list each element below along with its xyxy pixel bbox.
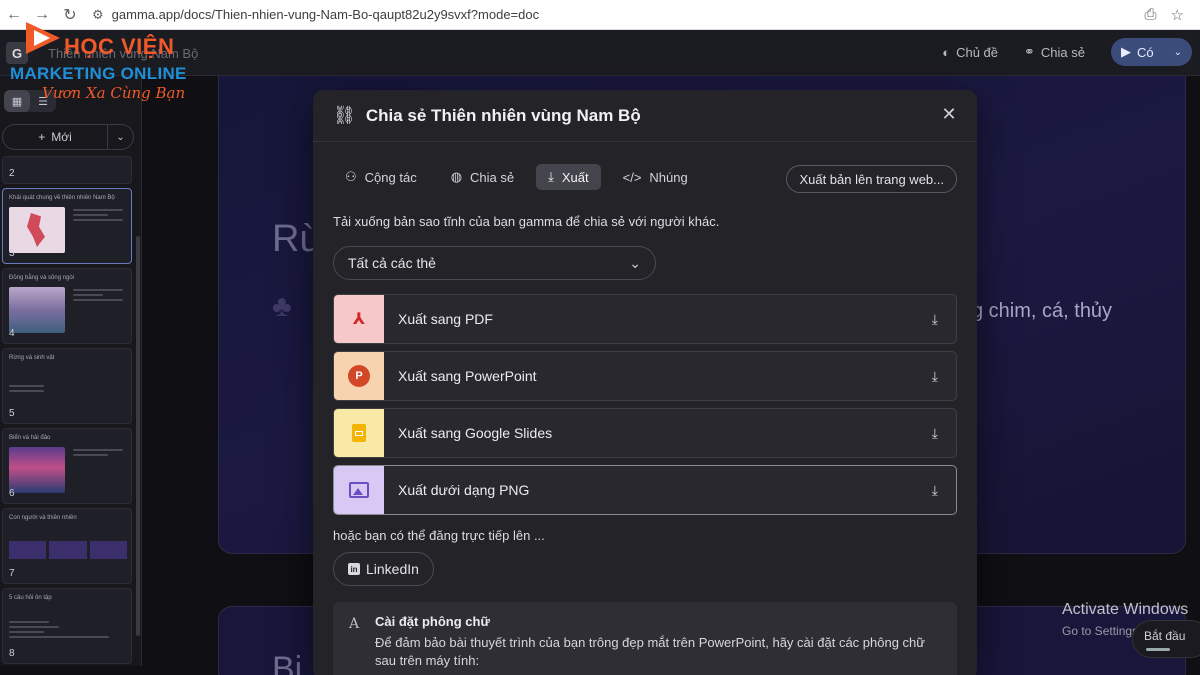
download-icon: ⤓ [931, 481, 938, 498]
code-icon: </> [622, 169, 642, 185]
plus-icon: + [38, 130, 46, 144]
card-number: 7 [9, 568, 15, 579]
card-thumbnail[interactable]: 2 [2, 156, 132, 184]
brand-line2: MARKETING ONLINE [10, 64, 187, 83]
start-progress [1146, 648, 1170, 651]
tab-share[interactable]: ◍ Chia sẻ [439, 164, 526, 190]
present-label: Có [1136, 44, 1154, 60]
download-icon: ⤓ [931, 310, 938, 327]
card-sidebar: ▦ ☰ + Mới ⌄ 2 Khái quát chung về thiên nh… [0, 76, 142, 666]
tab-export[interactable]: ⤓ Xuất [536, 164, 601, 190]
export-powerpoint-button[interactable]: P Xuất sang PowerPoint ⤓ [333, 351, 957, 401]
globe-icon: ◍ [450, 169, 463, 184]
linkedin-button[interactable]: in LinkedIn [333, 552, 434, 586]
link-icon: ⚭ [1024, 44, 1035, 59]
share-dialog: ⛓ Chia sẻ Thiên nhiên vùng Nam Bộ ✕ ⚇ Cộ… [313, 90, 977, 675]
export-pdf-button[interactable]: ⅄ Xuất sang PDF ⤓ [333, 294, 957, 344]
brand-play-icon [26, 22, 60, 54]
share-label: Chia sẻ [1040, 44, 1085, 60]
thumbnail-image [9, 447, 65, 493]
chevron-down-icon[interactable]: ⌄ [107, 125, 133, 149]
pdf-icon: ⅄ [334, 295, 384, 343]
theme-button[interactable]: ◐ Chủ đề [942, 45, 998, 60]
tab-label: Nhúng [649, 169, 688, 185]
chevron-down-icon: ⌄ [629, 254, 641, 271]
card-title: Khái quát chung về thiên nhiên Nam Bộ [9, 195, 115, 201]
linkedin-icon: in [348, 563, 360, 575]
install-app-icon[interactable]: ⎙ [1145, 6, 1157, 23]
dialog-title: Chia sẻ Thiên nhiên vùng Nam Bộ [365, 105, 641, 125]
card-title: Rừng và sinh vật [9, 355, 55, 361]
linkedin-label: LinkedIn [366, 561, 419, 577]
card-range-select[interactable]: Tất cả các thẻ ⌄ [333, 246, 656, 280]
card-number: 6 [9, 488, 15, 499]
download-icon: ⤓ [931, 367, 938, 384]
card-thumbnail[interactable]: Đồng bằng và sông ngòi 4 [2, 268, 132, 344]
brand-line1: HỌC VIỆN [64, 34, 175, 59]
start-label: Bắt đầu [1144, 629, 1186, 643]
tab-label: Cộng tác [364, 169, 417, 185]
card-thumbnail[interactable]: Biển và hải đảo 6 [2, 428, 132, 504]
export-label: Xuất sang Google Slides [398, 425, 553, 441]
card-number: 2 [9, 168, 15, 179]
tab-embed[interactable]: </> Nhúng [611, 164, 700, 190]
share-tabs: ⚇ Cộng tác ◍ Chia sẻ ⤓ Xuất </> Nhúng [333, 164, 700, 190]
export-label: Xuất sang PowerPoint [398, 368, 537, 384]
close-icon[interactable]: ✕ [937, 102, 961, 126]
new-label: Mới [51, 130, 72, 144]
tab-label: Xuất [561, 169, 589, 185]
post-directly-text: hoặc bạn có thể đăng trực tiếp lên ... [333, 528, 545, 543]
chevron-down-icon[interactable]: ⌄ [1174, 47, 1182, 58]
card-title: 5 câu hỏi ôn tập [9, 595, 52, 601]
card-number: 8 [9, 648, 15, 659]
palette-icon: ◐ [942, 44, 951, 60]
font-settings-card: A Cài đặt phông chữ Để đảm bảo bài thuyế… [333, 602, 957, 675]
select-value: Tất cả các thẻ [348, 255, 436, 271]
card-number: 5 [9, 408, 15, 419]
export-google-slides-button[interactable]: Xuất sang Google Slides ⤓ [333, 408, 957, 458]
dialog-header: ⛓ Chia sẻ Thiên nhiên vùng Nam Bộ ✕ [313, 90, 977, 142]
font-settings-body: Để đảm bảo bài thuyết trình của bạn trôn… [375, 635, 925, 668]
export-description: Tải xuống bản sao tĩnh của bạn gamma để … [333, 214, 720, 229]
publish-web-button[interactable]: Xuất bản lên trang web... [786, 165, 957, 193]
bookmark-star-icon[interactable]: ☆ [1171, 6, 1184, 24]
card-number: 3 [9, 248, 15, 259]
card-title: Biển và hải đảo [9, 435, 51, 441]
card-title: Con người và thiên nhiên [9, 515, 77, 521]
card-title: Đồng bằng và sông ngòi [9, 275, 75, 281]
powerpoint-icon: P [334, 352, 384, 400]
card-thumbnail[interactable]: 5 câu hỏi ôn tập 8 [2, 588, 132, 664]
google-slides-icon [334, 409, 384, 457]
activate-windows-title: Activate Windows [1062, 601, 1189, 618]
tab-collaborate[interactable]: ⚇ Cộng tác [333, 164, 429, 190]
present-button[interactable]: ▶ Có ⌄ [1110, 38, 1192, 66]
font-icon: A [349, 616, 360, 632]
theme-label: Chủ đề [956, 44, 998, 60]
font-settings-title: Cài đặt phông chữ [375, 614, 490, 629]
image-icon [334, 466, 384, 514]
brand-slogan: Vươn Xa Cùng Bạn [42, 84, 186, 102]
card-thumbnail[interactable]: Con người và thiên nhiên 7 [2, 508, 132, 584]
link-icon: ⛓ [333, 105, 356, 125]
thumbnail-image [9, 287, 65, 333]
thumbnail-image [9, 207, 65, 253]
doc-heading: Bi [272, 650, 303, 675]
tab-label: Chia sẻ [470, 169, 515, 185]
brand-watermark: HỌC VIỆN MARKETING ONLINE Vươn Xa Cùng B… [10, 20, 210, 106]
download-icon: ⤓ [548, 169, 554, 184]
card-thumbnail[interactable]: Rừng và sinh vật 5 [2, 348, 132, 424]
new-card-button[interactable]: + Mới ⌄ [2, 124, 134, 150]
export-png-button[interactable]: Xuất dưới dạng PNG ⤓ [333, 465, 957, 515]
card-thumbnail[interactable]: Khái quát chung về thiên nhiên Nam Bộ 3 [2, 188, 132, 264]
tree-icon: ♣ [272, 290, 292, 323]
export-label: Xuất dưới dạng PNG [398, 482, 530, 498]
play-icon: ▶ [1120, 44, 1131, 59]
sidebar-scrollbar[interactable] [136, 236, 140, 636]
card-number: 4 [9, 328, 15, 339]
download-icon: ⤓ [931, 424, 938, 441]
export-label: Xuất sang PDF [398, 311, 493, 327]
add-user-icon: ⚇ [345, 169, 357, 184]
share-button[interactable]: ⚭ Chia sẻ [1024, 44, 1085, 60]
doc-text: g chim, cá, thủy [972, 300, 1113, 322]
